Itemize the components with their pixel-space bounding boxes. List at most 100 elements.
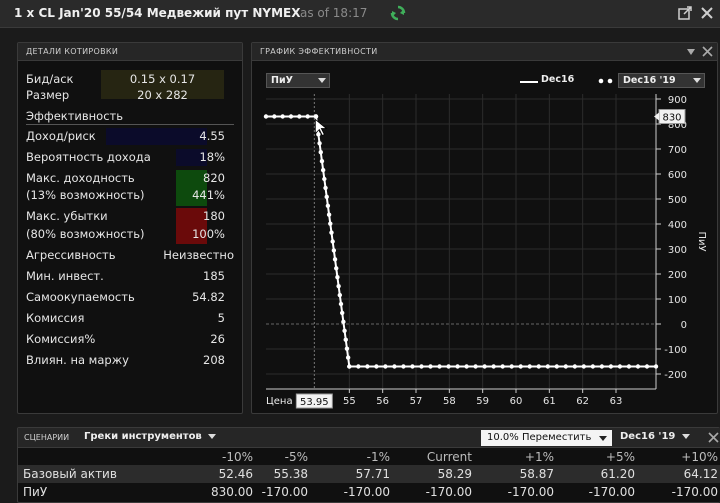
table-cell: -170.00 (343, 485, 390, 499)
metric-label: Комиссия% (26, 332, 96, 346)
metric-value: Неизвестно (163, 248, 234, 262)
y-tick-label: 500 (668, 195, 687, 206)
series-dot (331, 248, 337, 253)
table-cell: 830.00 (211, 485, 253, 499)
series-dots-dec16-19 (263, 114, 659, 369)
column-header: Current (426, 450, 472, 464)
series-dot (326, 212, 332, 217)
series-dot (305, 114, 310, 119)
series-dot (509, 364, 514, 369)
chevron-down-icon (599, 436, 607, 441)
chevron-down-icon (681, 433, 690, 439)
series-dot (329, 230, 334, 235)
metric-value: 180 (203, 209, 225, 223)
series-dot (328, 221, 333, 226)
series-dot (563, 364, 569, 369)
table-cell: 61.20 (600, 467, 635, 481)
series-dot (410, 364, 415, 369)
metric-value: 185 (203, 269, 225, 283)
series-dot (464, 364, 469, 369)
series-dot (617, 364, 623, 369)
y-tick-label: 300 (668, 245, 687, 256)
metric-value: 18% (199, 150, 225, 164)
series-dot (365, 364, 370, 369)
x-tick-label: 62 (576, 396, 589, 407)
series-dot (644, 364, 650, 369)
series-dot (332, 257, 338, 262)
series-dot (608, 364, 614, 369)
series-dot (334, 266, 339, 271)
price-axis-label: Цена (266, 396, 293, 407)
table-cell: -170.00 (507, 485, 554, 499)
series-dot (374, 364, 379, 369)
chevron-down-icon (208, 433, 217, 439)
column-header: -1% (366, 450, 390, 464)
greeks-dropdown-label: Греки инструментов (84, 431, 202, 442)
column-header: +10% (681, 450, 718, 464)
x-tick-label: 61 (543, 396, 556, 407)
x-tick-label: 59 (476, 396, 489, 407)
series-dot (342, 328, 347, 333)
column-header: +1% (524, 450, 554, 464)
series-dot (280, 114, 285, 119)
y-tick-label: 400 (668, 220, 687, 231)
y-tick-label: -200 (664, 370, 687, 381)
series-dot (554, 364, 559, 369)
column-header: -10% (221, 450, 253, 464)
performance-chart[interactable]: 9008007006005004003002001000-100-20055 56… (252, 43, 717, 413)
metric-value: 5 (217, 311, 225, 325)
metric-label: Вероятность дохода (26, 150, 151, 164)
metric-label: Макс. доходность (26, 171, 135, 185)
y-tick-label: -100 (664, 345, 687, 356)
table-row: ПиУ 830.00 -170.00 -170.00 -170.00 -170.… (18, 483, 720, 501)
table-cell: 64.12 (683, 467, 718, 481)
metric-value: 208 (203, 353, 225, 367)
move-button[interactable]: 10.0% Переместить (481, 430, 612, 446)
series-dot (341, 319, 346, 325)
series-dot (428, 364, 433, 369)
series-dot (344, 346, 350, 351)
size-label: Размер (26, 88, 70, 102)
x-tick-label: 58 (443, 396, 456, 407)
window-titlebar: 1 x CL Jan'20 55/54 Медвежий пут NYMEX a… (0, 0, 720, 28)
row-label: Базовый актив (23, 467, 117, 481)
series-dot (324, 194, 329, 200)
bid-ask-value: 0.15 x 0.17 (129, 72, 196, 86)
size-value: 20 x 282 (137, 88, 188, 102)
x-tick-label: 60 (510, 396, 523, 407)
series-dot (323, 185, 328, 191)
efficiency-header: Эффективность (26, 109, 124, 123)
move-button-label: 10.0% Переместить (487, 432, 592, 443)
series-dot (322, 176, 327, 182)
close-icon[interactable] (700, 6, 714, 20)
scenarios-column-header-row: -10% -5% -1% Current +1% +5% +10% (18, 448, 720, 466)
row-label: ПиУ (23, 485, 48, 499)
metric-label: (13% возможность) (26, 188, 145, 202)
series-dot (345, 355, 351, 360)
refresh-icon[interactable] (390, 5, 406, 21)
series-dot (343, 337, 348, 342)
series-dot (325, 203, 331, 208)
metric-label: (80% возможность) (26, 227, 145, 241)
table-cell: 55.38 (273, 467, 308, 481)
series-dot (455, 364, 460, 369)
series-dot (335, 275, 340, 280)
greeks-dropdown[interactable]: Греки инструментов (84, 431, 217, 442)
y-tick-label: 700 (668, 145, 687, 156)
bid-ask-label: Бид/аск (26, 72, 74, 86)
series-dot (581, 364, 587, 369)
column-header: -5% (284, 450, 308, 464)
reward-risk-highlight (106, 128, 207, 145)
scenarios-close-icon[interactable] (708, 432, 719, 443)
scenario-date-dropdown[interactable]: Dec16 '19 (620, 431, 690, 442)
metric-label: Самоокупаемость (26, 290, 135, 304)
current-price-label: 53.95 (300, 397, 329, 408)
series-dot (491, 364, 496, 369)
y-tick-label: 100 (668, 295, 687, 306)
scenarios-header: СЦЕНАРИИ Греки инструментов 10.0% Переме… (18, 428, 720, 448)
popout-icon[interactable] (678, 6, 692, 20)
series-dot (330, 239, 335, 244)
window-title: 1 x CL Jan'20 55/54 Медвежий пут NYMEX (14, 6, 301, 20)
performance-chart-panel: ГРАФИК ЭФФЕКТИВНОСТИ ПиУ Dec16 Dec16 '19… (251, 42, 718, 414)
column-header: +5% (605, 450, 635, 464)
